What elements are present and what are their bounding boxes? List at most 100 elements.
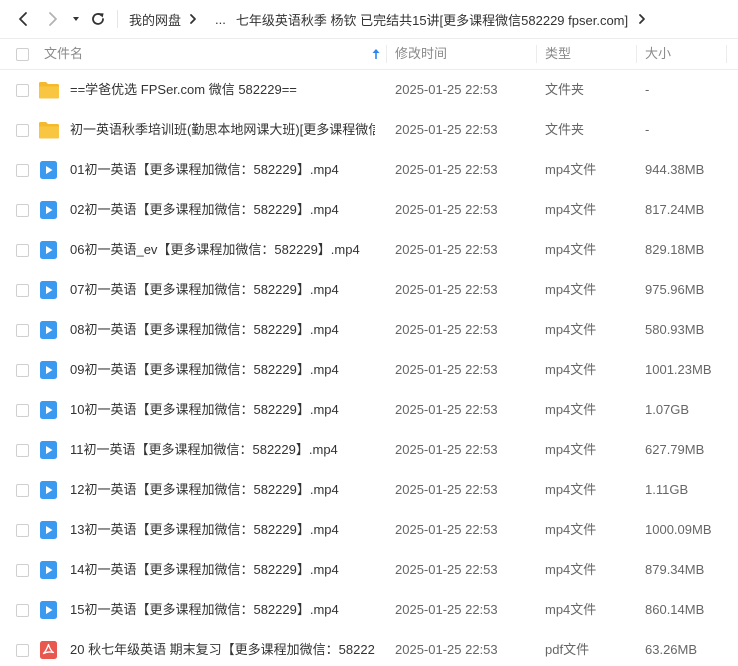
file-size: 944.38MB (645, 162, 705, 177)
row-checkbox[interactable] (16, 484, 29, 497)
video-file-icon (40, 321, 57, 339)
row-checkbox[interactable] (16, 604, 29, 617)
file-name[interactable]: 02初一英语【更多课程加微信：582229】.mp4 (70, 190, 375, 230)
file-row[interactable]: 14初一英语【更多课程加微信：582229】.mp4 2025-01-25 22:… (0, 550, 738, 590)
file-size: 580.93MB (645, 322, 705, 337)
row-checkbox[interactable] (16, 244, 29, 257)
file-type: mp4文件 (545, 282, 597, 297)
file-modified-time: 2025-01-25 22:53 (395, 242, 498, 257)
file-modified-time: 2025-01-25 22:53 (395, 362, 498, 377)
row-checkbox[interactable] (16, 164, 29, 177)
breadcrumb: 我的网盘 ... 七年级英语秋季 杨钦 已完结共15讲[更多课程微信582229… (129, 0, 738, 38)
back-button[interactable] (12, 8, 34, 30)
row-checkbox[interactable] (16, 444, 29, 457)
file-modified-time: 2025-01-25 22:53 (395, 642, 498, 657)
file-size: 627.79MB (645, 442, 705, 457)
file-name[interactable]: 14初一英语【更多课程加微信：582229】.mp4 (70, 550, 375, 590)
file-type: mp4文件 (545, 482, 597, 497)
file-name[interactable]: 15初一英语【更多课程加微信：582229】.mp4 (70, 590, 375, 630)
file-row[interactable]: 11初一英语【更多课程加微信：582229】.mp4 2025-01-25 22:… (0, 430, 738, 470)
column-divider (536, 45, 537, 63)
file-name[interactable]: 10初一英语【更多课程加微信：582229】.mp4 (70, 390, 375, 430)
file-type: mp4文件 (545, 242, 597, 257)
row-checkbox[interactable] (16, 124, 29, 137)
forward-button[interactable] (42, 8, 64, 30)
column-divider (726, 45, 727, 63)
file-row[interactable]: 06初一英语_ev【更多课程加微信：582229】.mp4 2025-01-25 … (0, 230, 738, 270)
file-size: 1001.23MB (645, 362, 712, 377)
file-name[interactable]: 11初一英语【更多课程加微信：582229】.mp4 (70, 430, 375, 470)
file-name[interactable]: 初一英语秋季培训班(勤思本地网课大班)[更多课程微信5... (70, 110, 375, 150)
breadcrumb-root[interactable]: 我的网盘 (129, 10, 181, 29)
column-header-size[interactable]: 大小 (645, 39, 671, 69)
file-type: mp4文件 (545, 362, 597, 377)
file-type: mp4文件 (545, 322, 597, 337)
row-checkbox[interactable] (16, 524, 29, 537)
file-size: 63.26MB (645, 642, 698, 657)
column-header-type[interactable]: 类型 (545, 39, 571, 69)
file-modified-time: 2025-01-25 22:53 (395, 562, 498, 577)
file-type: mp4文件 (545, 202, 597, 217)
file-modified-time: 2025-01-25 22:53 (395, 322, 498, 337)
file-modified-time: 2025-01-25 22:53 (395, 402, 498, 417)
video-file-icon (40, 561, 57, 579)
file-type: mp4文件 (545, 162, 597, 177)
row-checkbox[interactable] (16, 644, 29, 657)
file-modified-time: 2025-01-25 22:53 (395, 522, 498, 537)
refresh-icon (92, 13, 104, 25)
video-file-icon (40, 521, 57, 539)
file-row[interactable]: 07初一英语【更多课程加微信：582229】.mp4 2025-01-25 22:… (0, 270, 738, 310)
breadcrumb-ellipsis[interactable]: ... (215, 12, 226, 27)
row-checkbox[interactable] (16, 284, 29, 297)
row-checkbox[interactable] (16, 564, 29, 577)
row-checkbox[interactable] (16, 324, 29, 337)
video-file-icon (40, 161, 57, 179)
refresh-button[interactable] (87, 8, 109, 30)
select-all-checkbox[interactable] (16, 48, 29, 61)
file-type: pdf文件 (545, 642, 590, 657)
file-name[interactable]: 13初一英语【更多课程加微信：582229】.mp4 (70, 510, 375, 550)
file-modified-time: 2025-01-25 22:53 (395, 82, 498, 97)
file-type: mp4文件 (545, 562, 597, 577)
file-row[interactable]: 09初一英语【更多课程加微信：582229】.mp4 2025-01-25 22:… (0, 350, 738, 390)
column-header-name[interactable]: 文件名 (44, 39, 83, 69)
file-size: 1.07GB (645, 402, 690, 417)
file-name[interactable]: 20 秋七年级英语 期末复习【更多课程加微信：582229... (70, 630, 375, 666)
row-checkbox[interactable] (16, 204, 29, 217)
file-row[interactable]: 08初一英语【更多课程加微信：582229】.mp4 2025-01-25 22:… (0, 310, 738, 350)
file-name[interactable]: 07初一英语【更多课程加微信：582229】.mp4 (70, 270, 375, 310)
file-row[interactable]: ==学爸优选 FPSer.com 微信 582229== 2025-01-25 2… (0, 70, 738, 110)
file-name[interactable]: 01初一英语【更多课程加微信：582229】.mp4 (70, 150, 375, 190)
file-row[interactable]: 20 秋七年级英语 期末复习【更多课程加微信：582229... 2025-01-… (0, 630, 738, 666)
file-row[interactable]: 10初一英语【更多课程加微信：582229】.mp4 2025-01-25 22:… (0, 390, 738, 430)
file-name[interactable]: ==学爸优选 FPSer.com 微信 582229== (70, 70, 375, 110)
file-row[interactable]: 01初一英语【更多课程加微信：582229】.mp4 2025-01-25 22:… (0, 150, 738, 190)
breadcrumb-separator-icon (638, 13, 646, 25)
row-checkbox[interactable] (16, 404, 29, 417)
file-row[interactable]: 12初一英语【更多课程加微信：582229】.mp4 2025-01-25 22:… (0, 470, 738, 510)
file-type: mp4文件 (545, 402, 597, 417)
file-size: - (645, 82, 650, 97)
sort-ascending-icon[interactable] (371, 48, 381, 60)
video-file-icon (40, 361, 57, 379)
file-row[interactable]: 15初一英语【更多课程加微信：582229】.mp4 2025-01-25 22:… (0, 590, 738, 630)
file-manager: 我的网盘 ... 七年级英语秋季 杨钦 已完结共15讲[更多课程微信582229… (0, 0, 738, 666)
file-modified-time: 2025-01-25 22:53 (395, 162, 498, 177)
top-nav-bar: 我的网盘 ... 七年级英语秋季 杨钦 已完结共15讲[更多课程微信582229… (0, 0, 738, 38)
file-row[interactable]: 02初一英语【更多课程加微信：582229】.mp4 2025-01-25 22:… (0, 190, 738, 230)
file-name[interactable]: 12初一英语【更多课程加微信：582229】.mp4 (70, 470, 375, 510)
file-name[interactable]: 06初一英语_ev【更多课程加微信：582229】.mp4 (70, 230, 375, 270)
column-divider (386, 45, 387, 63)
breadcrumb-current-folder[interactable]: 七年级英语秋季 杨钦 已完结共15讲[更多课程微信582229 fpser.co… (236, 10, 628, 29)
file-list: ==学爸优选 FPSer.com 微信 582229== 2025-01-25 2… (0, 70, 738, 666)
file-modified-time: 2025-01-25 22:53 (395, 442, 498, 457)
history-dropdown-button[interactable] (66, 8, 86, 30)
row-checkbox[interactable] (16, 364, 29, 377)
row-checkbox[interactable] (16, 84, 29, 97)
file-name[interactable]: 09初一英语【更多课程加微信：582229】.mp4 (70, 350, 375, 390)
column-header-modified[interactable]: 修改时间 (395, 39, 447, 69)
file-row[interactable]: 初一英语秋季培训班(勤思本地网课大班)[更多课程微信5... 2025-01-25… (0, 110, 738, 150)
file-name[interactable]: 08初一英语【更多课程加微信：582229】.mp4 (70, 310, 375, 350)
file-modified-time: 2025-01-25 22:53 (395, 122, 498, 137)
file-row[interactable]: 13初一英语【更多课程加微信：582229】.mp4 2025-01-25 22:… (0, 510, 738, 550)
